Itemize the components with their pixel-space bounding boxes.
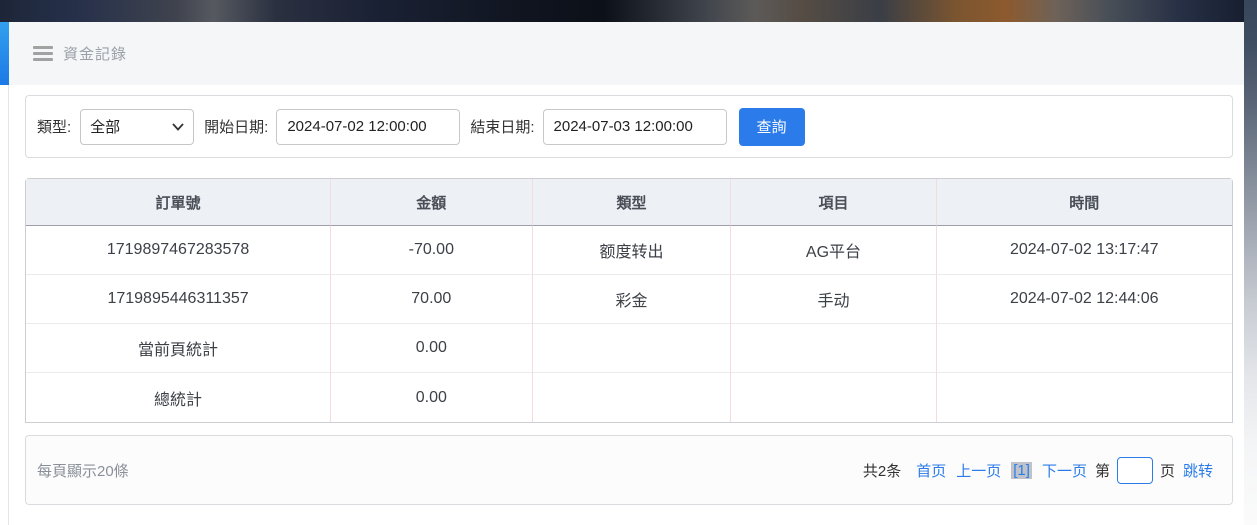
cell-amount: -70.00: [331, 226, 533, 275]
content-area: 類型: 全部 開始日期: 結束日期: 查詢 訂單號 金額: [25, 85, 1233, 505]
goto-page-prefix: 第: [1094, 462, 1110, 480]
end-date-label: 結束日期:: [470, 119, 535, 136]
current-page-indicator[interactable]: [1]: [1011, 461, 1032, 479]
page-title: 資金記錄: [63, 46, 128, 63]
sidebar-active-indicator[interactable]: [0, 22, 9, 85]
column-header-time: 時間: [936, 179, 1232, 226]
cell-amount: 0.00: [331, 324, 533, 373]
column-header-type: 類型: [532, 179, 732, 226]
page-header: 資金記錄: [9, 22, 1244, 85]
type-label: 類型:: [37, 119, 72, 136]
goto-page-input[interactable]: [1116, 456, 1153, 484]
table-row: 1719897467283578 -70.00 额度转出 AG平台 2024-0…: [26, 226, 1232, 275]
prev-page-link[interactable]: 上一页: [956, 460, 1001, 481]
cell-summary-label: 總統計: [26, 373, 332, 422]
table-row-total-summary: 總統計 0.00: [26, 373, 1232, 422]
pagination-controls: 共2条 首页 上一页 [1] 下一页 第 页 跳转: [862, 456, 1218, 484]
cell-empty: [936, 324, 1232, 373]
cell-amount: 70.00: [331, 275, 533, 324]
jump-link[interactable]: 跳转: [1183, 460, 1213, 481]
total-count-text: 共2条: [862, 462, 902, 480]
main-panel: 資金記錄 類型: 全部 開始日期: 結束日期: 查詢 訂單: [0, 22, 1244, 525]
cell-empty: [731, 324, 937, 373]
table-row: 1719895446311357 70.00 彩金 手动 2024-07-02 …: [26, 275, 1232, 324]
filter-bar: 類型: 全部 開始日期: 結束日期: 查詢: [25, 95, 1233, 158]
background-right-strip: [1244, 0, 1257, 525]
funds-record-table: 訂單號 金額 類型 項目 時間 1719897467283578 -70.00 …: [25, 178, 1233, 423]
first-page-link[interactable]: 首页: [916, 460, 946, 481]
type-select[interactable]: 全部: [80, 108, 195, 145]
chevron-down-icon: [172, 122, 184, 131]
cell-item: 手动: [731, 275, 937, 324]
table-header-row: 訂單號 金額 類型 項目 時間: [26, 179, 1232, 226]
cell-empty: [532, 324, 732, 373]
cell-order-no: 1719897467283578: [26, 226, 332, 275]
cell-amount: 0.00: [331, 373, 533, 422]
next-page-link[interactable]: 下一页: [1042, 460, 1087, 481]
cell-order-no: 1719895446311357: [26, 275, 332, 324]
background-top-strip: [0, 0, 1257, 22]
cell-item: AG平台: [731, 226, 937, 275]
cell-type: 额度转出: [532, 226, 732, 275]
column-header-amount: 金額: [331, 179, 533, 226]
goto-page-suffix: 页: [1159, 462, 1175, 480]
cell-summary-label: 當前頁統計: [26, 324, 332, 373]
cell-empty: [731, 373, 937, 422]
end-date-input[interactable]: [542, 108, 727, 145]
page-size-text: 每頁顯示20條: [37, 462, 129, 480]
menu-toggle-icon[interactable]: [33, 46, 53, 61]
cell-empty: [936, 373, 1232, 422]
start-date-input[interactable]: [276, 108, 461, 145]
cell-time: 2024-07-02 12:44:06: [936, 275, 1232, 324]
cell-type: 彩金: [532, 275, 732, 324]
column-header-item: 項目: [731, 179, 937, 226]
collapsed-sidebar: [0, 22, 9, 525]
cell-empty: [532, 373, 732, 422]
cell-time: 2024-07-02 13:17:47: [936, 226, 1232, 275]
column-header-order-no: 訂單號: [26, 179, 332, 226]
type-select-value: 全部: [90, 119, 121, 136]
start-date-label: 開始日期:: [204, 119, 269, 136]
table-row-page-summary: 當前頁統計 0.00: [26, 324, 1232, 373]
pagination-bar: 每頁顯示20條 共2条 首页 上一页 [1] 下一页 第 页 跳转: [25, 435, 1233, 505]
search-button[interactable]: 查詢: [738, 107, 805, 146]
